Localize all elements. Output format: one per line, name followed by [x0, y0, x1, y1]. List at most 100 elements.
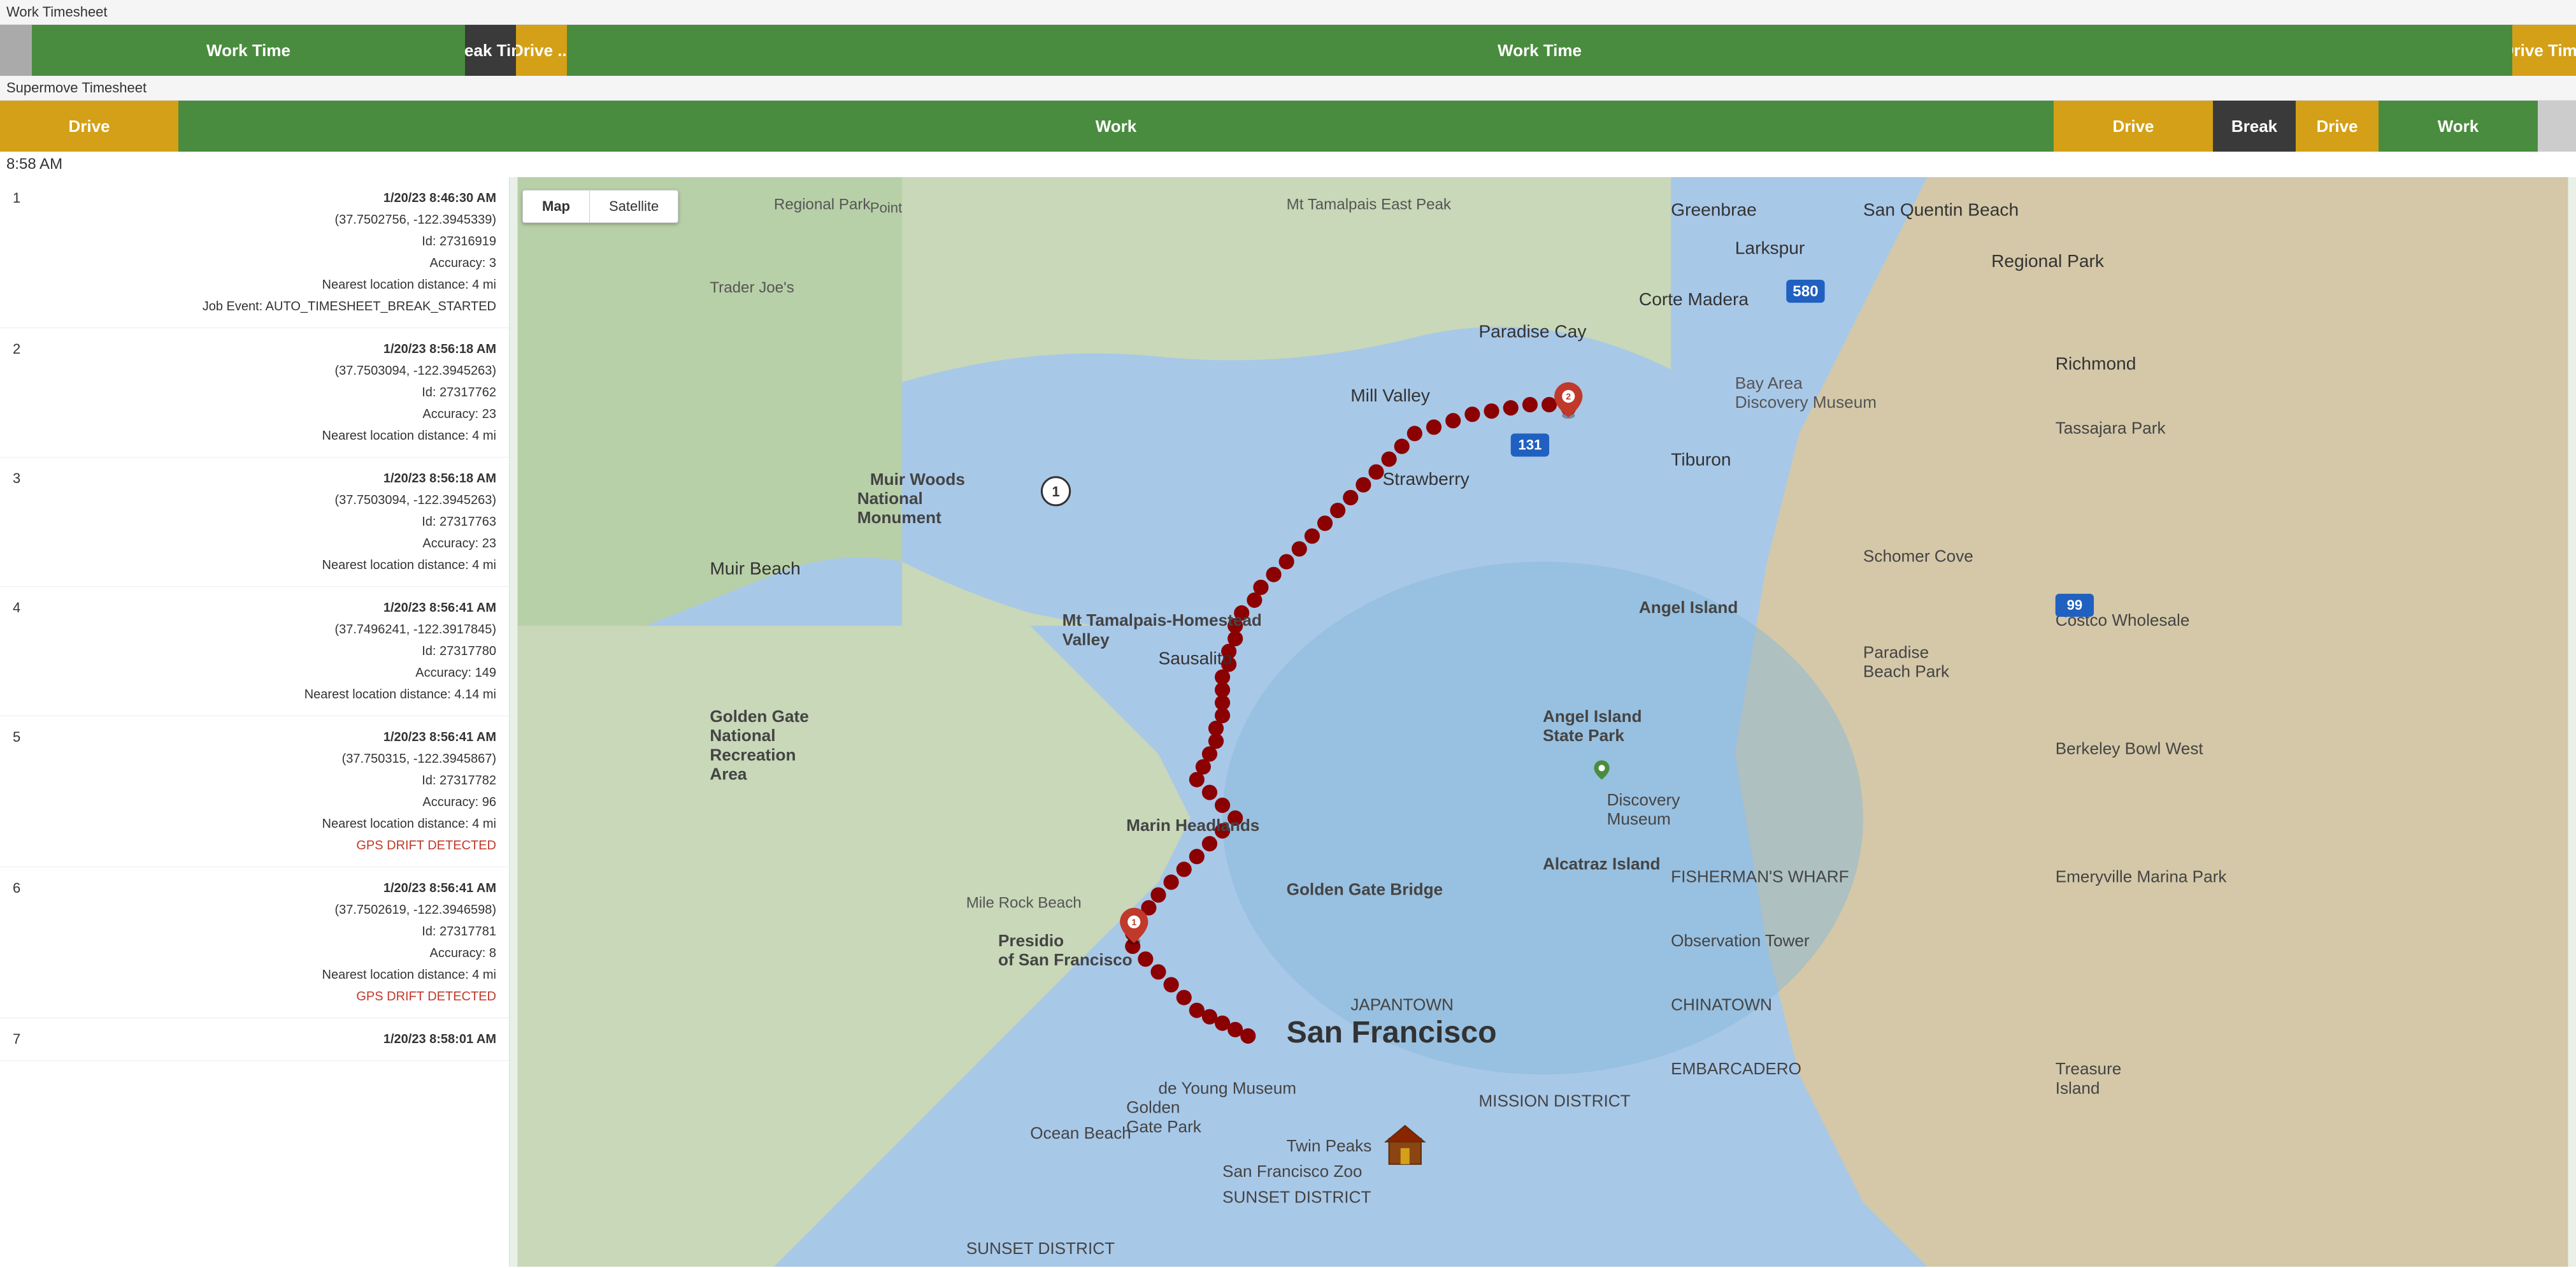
svg-text:Regional Park: Regional Park	[1991, 251, 2105, 271]
svg-text:Trader Joe's: Trader Joe's	[710, 279, 794, 296]
svg-text:99: 99	[2067, 597, 2083, 613]
sm-seg-end	[2538, 101, 2576, 152]
svg-text:Paradise Cay: Paradise Cay	[1478, 321, 1587, 341]
entry-line: Id: 27317763	[38, 511, 496, 533]
svg-text:Twin Peaks: Twin Peaks	[1287, 1136, 1372, 1155]
svg-text:Emeryville Marina Park: Emeryville Marina Park	[2056, 867, 2228, 886]
svg-text:Richmond: Richmond	[2056, 354, 2136, 373]
entry-line: 1/20/23 8:56:41 AM	[38, 597, 496, 619]
entry-line: Accuracy: 3	[38, 252, 496, 274]
svg-text:Recreation: Recreation	[710, 745, 796, 764]
entry-line: 1/20/23 8:58:01 AM	[38, 1028, 496, 1050]
entry-details: 1/20/23 8:56:41 AM(37.7496241, -122.3917…	[38, 597, 496, 705]
svg-text:2: 2	[1566, 391, 1571, 401]
svg-text:SUNSET DISTRICT: SUNSET DISTRICT	[966, 1239, 1115, 1258]
entry-line: (37.7496241, -122.3917845)	[38, 619, 496, 640]
wt-seg-work: Work Time	[32, 25, 465, 76]
entry-line: Nearest location distance: 4 mi	[38, 964, 496, 986]
entry-line: Job Event: AUTO_TIMESHEET_BREAK_STARTED	[38, 296, 496, 317]
svg-text:Greenbrae: Greenbrae	[1671, 199, 1757, 219]
entry-line: Id: 27317781	[38, 921, 496, 942]
svg-text:CHINATOWN: CHINATOWN	[1671, 995, 1772, 1014]
svg-text:Discovery: Discovery	[1607, 790, 1681, 809]
svg-text:580: 580	[1792, 283, 1818, 300]
list-item: 41/20/23 8:56:41 AM(37.7496241, -122.391…	[0, 587, 509, 716]
entry-line: Id: 27317782	[38, 770, 496, 791]
entry-line: 1/20/23 8:56:41 AM	[38, 726, 496, 748]
svg-text:San Francisco: San Francisco	[1287, 1015, 1497, 1049]
wt-seg-work2: Work Time	[567, 25, 2512, 76]
sm-seg-work1: Work	[178, 101, 2054, 152]
svg-text:JAPANTOWN: JAPANTOWN	[1350, 995, 1454, 1014]
svg-text:Discovery Museum: Discovery Museum	[1735, 393, 1877, 412]
entry-details: 1/20/23 8:56:41 AM(37.750315, -122.39458…	[38, 726, 496, 856]
entry-line: Accuracy: 23	[38, 403, 496, 425]
svg-text:de Young Museum: de Young Museum	[1158, 1078, 1296, 1097]
svg-text:of San Francisco: of San Francisco	[998, 950, 1133, 969]
svg-text:Muir Beach: Muir Beach	[710, 559, 800, 579]
entry-line: GPS DRIFT DETECTED	[38, 986, 496, 1007]
entry-details: 1/20/23 8:46:30 AM(37.7502756, -122.3945…	[38, 187, 496, 317]
svg-text:Mill Valley: Mill Valley	[1350, 385, 1431, 405]
map-toggle-map[interactable]: Map	[523, 191, 590, 222]
map-toggle-group: Map Satellite	[522, 190, 678, 223]
svg-text:Tassajara Park: Tassajara Park	[2056, 418, 2166, 437]
svg-text:Point: Point	[870, 199, 902, 215]
entry-line: Nearest location distance: 4 mi	[38, 813, 496, 835]
sm-seg-break: Break	[2213, 101, 2296, 152]
entry-line: (37.750315, -122.3945867)	[38, 748, 496, 770]
svg-text:Treasure: Treasure	[2056, 1059, 2122, 1078]
svg-text:Corte Madera: Corte Madera	[1639, 289, 1749, 309]
entry-number: 1	[13, 187, 38, 206]
svg-text:Larkspur: Larkspur	[1735, 238, 1805, 258]
sm-seg-drive3: Drive	[2296, 101, 2379, 152]
supermove-timesheet-label: Supermove Timesheet	[0, 76, 2576, 101]
svg-text:1: 1	[1131, 917, 1136, 927]
entry-number: 5	[13, 726, 38, 746]
sm-seg-work2: Work	[2379, 101, 2538, 152]
supermove-timesheet-section: Supermove Timesheet Drive Work Drive Bre…	[0, 76, 2576, 152]
svg-text:Regional Park: Regional Park	[774, 196, 871, 213]
svg-text:National: National	[710, 726, 775, 745]
map-toggle-satellite[interactable]: Satellite	[590, 191, 678, 222]
current-time-label: 8:58 AM	[0, 152, 2576, 177]
entry-line: Nearest location distance: 4.14 mi	[38, 684, 496, 705]
svg-text:Beach Park: Beach Park	[1863, 662, 1950, 681]
list-item: 61/20/23 8:56:41 AM(37.7502619, -122.394…	[0, 867, 509, 1018]
work-timesheet-section: Work Timesheet Work Time Break Time Driv…	[0, 0, 2576, 76]
entry-number: 4	[13, 597, 38, 616]
svg-text:Valley: Valley	[1063, 630, 1110, 649]
location-entries-panel[interactable]: 11/20/23 8:46:30 AM(37.7502756, -122.394…	[0, 177, 510, 1267]
entry-line: (37.7503094, -122.3945263)	[38, 360, 496, 382]
entry-line: Accuracy: 96	[38, 791, 496, 813]
sm-seg-drive2: Drive	[2054, 101, 2213, 152]
svg-text:Mt Tamalpais-Homestead: Mt Tamalpais-Homestead	[1063, 610, 1262, 630]
entry-number: 2	[13, 338, 38, 357]
svg-text:EMBARCADERO: EMBARCADERO	[1671, 1059, 1801, 1078]
entry-details: 1/20/23 8:56:18 AM(37.7503094, -122.3945…	[38, 468, 496, 576]
svg-text:State Park: State Park	[1543, 726, 1624, 745]
list-item: 71/20/23 8:58:01 AM	[0, 1018, 509, 1061]
entry-details: 1/20/23 8:56:18 AM(37.7503094, -122.3945…	[38, 338, 496, 447]
wt-seg-drive-time: Drive Time	[2512, 25, 2576, 76]
entry-number: 7	[13, 1028, 38, 1048]
list-item: 31/20/23 8:56:18 AM(37.7503094, -122.394…	[0, 457, 509, 587]
entry-line: (37.7503094, -122.3945263)	[38, 489, 496, 511]
svg-text:Sausalito: Sausalito	[1158, 648, 1232, 668]
entry-details: 1/20/23 8:58:01 AM	[38, 1028, 496, 1050]
svg-text:Tiburon: Tiburon	[1671, 450, 1731, 470]
svg-text:Bay Area: Bay Area	[1735, 373, 1803, 393]
entry-line: 1/20/23 8:56:41 AM	[38, 877, 496, 899]
svg-text:MISSION DISTRICT: MISSION DISTRICT	[1478, 1091, 1630, 1111]
map-panel: Map Satellite	[510, 177, 2576, 1267]
svg-text:Ocean Beach: Ocean Beach	[1030, 1123, 1131, 1142]
svg-text:131: 131	[1518, 437, 1542, 453]
entry-line: Id: 27317762	[38, 382, 496, 403]
svg-text:Golden Gate: Golden Gate	[710, 707, 808, 726]
svg-text:Angel Island: Angel Island	[1543, 707, 1642, 726]
svg-text:Paradise: Paradise	[1863, 642, 1929, 661]
entry-number: 3	[13, 468, 38, 487]
entry-line: Id: 27316919	[38, 231, 496, 252]
svg-text:FISHERMAN'S WHARF: FISHERMAN'S WHARF	[1671, 867, 1849, 886]
entry-line: Accuracy: 23	[38, 533, 496, 554]
